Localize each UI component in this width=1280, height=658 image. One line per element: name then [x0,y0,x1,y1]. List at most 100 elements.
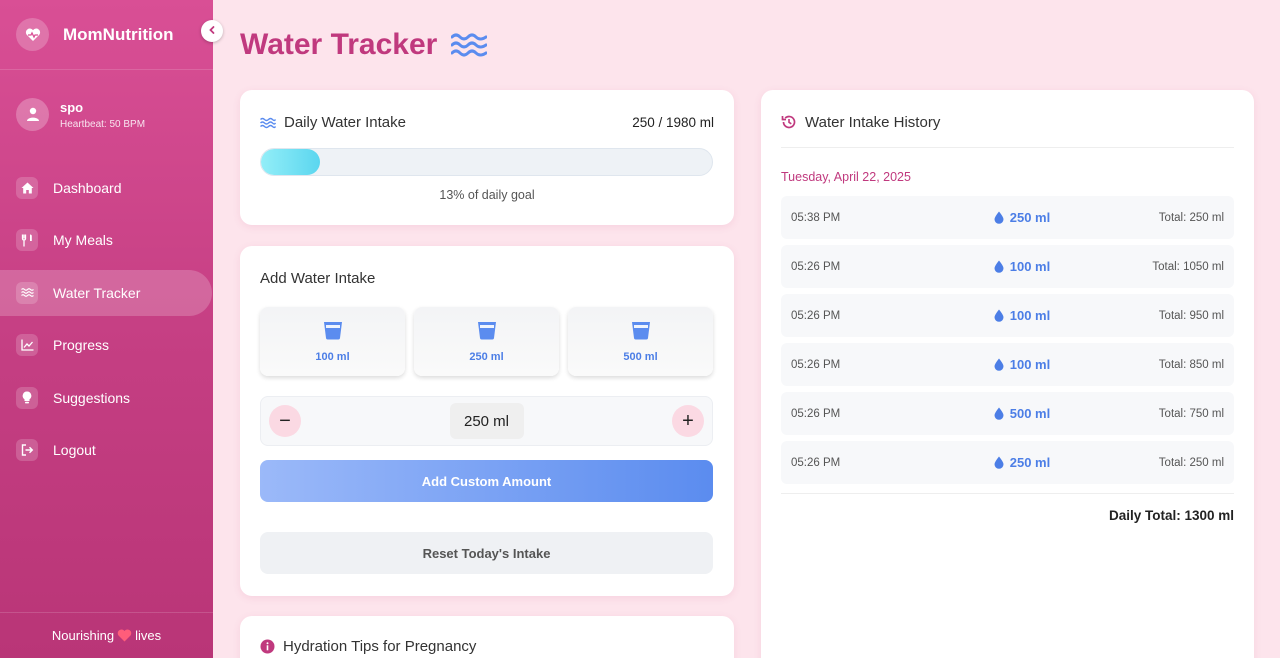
history-entries: 05:38 PM 250 ml Total: 250 ml 05:26 PM 1… [781,196,1234,490]
glass-icon [323,321,343,345]
entry-total: Total: 250 ml [1158,211,1224,224]
entry-amount: 100 ml [1009,357,1051,372]
sidebar-nav: Dashboard My Meals Water Tracker Progres… [0,165,213,479]
progress-text: 13% of daily goal [439,188,535,202]
decrement-button[interactable]: − [269,405,301,437]
glass-icon [631,321,651,345]
sidebar-footer: Nourishing lives [0,612,213,658]
preset-label: 500 ml [623,350,658,363]
preset-250-button[interactable]: 250 ml [414,307,559,376]
droplet-icon [994,358,1004,371]
increment-button[interactable]: + [672,405,704,437]
entry-amount: 250 ml [1009,210,1051,225]
preset-500-button[interactable]: 500 ml [568,307,713,376]
daily-intake-title: Daily Water Intake [284,114,406,131]
sidebar-item-my-meals[interactable]: My Meals [0,217,212,263]
history-entry: 05:38 PM 250 ml Total: 250 ml [781,196,1234,239]
user-profile: spo Heartbeat: 50 BPM [16,98,145,131]
history-entry: 05:26 PM 100 ml Total: 1050 ml [781,245,1234,288]
preset-label: 250 ml [469,350,504,363]
reset-intake-button[interactable]: Reset Today's Intake [260,532,713,574]
home-icon [16,177,38,199]
info-icon [260,639,275,654]
history-entry: 05:26 PM 500 ml Total: 750 ml [781,392,1234,435]
sidebar-item-water-tracker[interactable]: Water Tracker [0,269,212,316]
lightbulb-icon [16,386,38,409]
droplet-icon [994,456,1004,469]
heart-pulse-icon [16,18,49,51]
user-name: spo [60,99,84,115]
history-title: Water Intake History [805,114,941,131]
page-header: Water Tracker [240,28,488,62]
hydration-tips-card: Hydration Tips for Pregnancy [240,616,734,658]
entry-amount: 100 ml [1009,259,1051,274]
footer-text-before: Nourishing [51,628,115,643]
add-custom-amount-button[interactable]: Add Custom Amount [260,460,713,502]
droplet-icon [994,407,1004,420]
history-entry: 05:26 PM 250 ml Total: 250 ml [781,441,1234,484]
water-icon [451,32,488,58]
intake-progress-fill [261,149,320,175]
intake-amount: 250 / 1980 ml [632,115,714,130]
history-icon [781,114,797,130]
entry-total: Total: 250 ml [1158,456,1224,469]
user-icon [26,107,39,121]
sidebar-item-label: Suggestions [53,389,131,406]
entry-total: Total: 750 ml [1158,407,1224,420]
sidebar-item-suggestions[interactable]: Suggestions [0,375,212,421]
daily-total: Daily Total: 1300 ml [1108,508,1234,523]
entry-total: Total: 950 ml [1158,309,1224,322]
divider [781,493,1234,494]
user-status: Heartbeat: 50 BPM [60,118,146,130]
app-name: MomNutrition [63,24,174,44]
add-intake-card: Add Water Intake 100 ml 250 ml 500 ml − … [240,246,734,596]
sidebar-item-label: Progress [53,337,110,354]
droplet-icon [994,309,1004,322]
entry-time: 05:26 PM [791,358,841,371]
avatar [16,98,49,131]
preset-buttons: 100 ml 250 ml 500 ml [260,307,713,376]
history-entry: 05:26 PM 100 ml Total: 950 ml [781,294,1234,337]
daily-intake-card: Daily Water Intake 250 / 1980 ml 13% of … [240,90,734,225]
entry-amount: 100 ml [1009,308,1051,323]
chart-line-icon [16,334,38,357]
droplet-icon [994,260,1004,273]
preset-label: 100 ml [315,350,350,363]
entry-amount: 500 ml [1009,406,1051,421]
history-date: Tuesday, April 22, 2025 [781,170,911,184]
sidebar-item-label: Logout [53,441,96,458]
history-card: Water Intake History Tuesday, April 22, … [761,90,1254,658]
sidebar: MomNutrition spo Heartbeat: 50 BPM Dashb… [0,0,223,658]
entry-time: 05:26 PM [791,309,841,322]
preset-100-button[interactable]: 100 ml [260,307,405,376]
entry-time: 05:26 PM [791,407,841,420]
entry-total: Total: 1050 ml [1152,260,1224,273]
sidebar-item-logout[interactable]: Logout [0,427,212,473]
droplet-icon [994,211,1004,224]
entry-amount: 250 ml [1009,455,1051,470]
water-icon [260,117,276,129]
sidebar-collapse-button[interactable] [201,20,223,42]
glass-icon [477,321,497,345]
sidebar-item-progress[interactable]: Progress [0,322,212,368]
entry-time: 05:26 PM [791,260,841,273]
heart-icon [117,629,132,642]
add-intake-title: Add Water Intake [260,270,376,287]
brand: MomNutrition [0,0,213,70]
logout-icon [16,438,38,461]
chevron-left-icon [207,22,217,40]
custom-amount-stepper: − 250 ml + [260,396,713,446]
sidebar-item-label: My Meals [53,232,113,249]
sidebar-item-label: Dashboard [53,180,122,196]
entry-time: 05:26 PM [791,456,841,469]
entry-total: Total: 850 ml [1158,358,1224,371]
entry-time: 05:38 PM [791,211,841,224]
history-entry: 05:26 PM 100 ml Total: 850 ml [781,343,1234,386]
page-title: Water Tracker [240,28,438,61]
custom-amount-value[interactable]: 250 ml [449,403,524,439]
intake-progress-bar [260,148,713,176]
water-icon [16,281,38,304]
sidebar-item-dashboard[interactable]: Dashboard [0,165,212,211]
footer-text-after: lives [135,628,162,643]
utensils-icon [16,229,38,252]
